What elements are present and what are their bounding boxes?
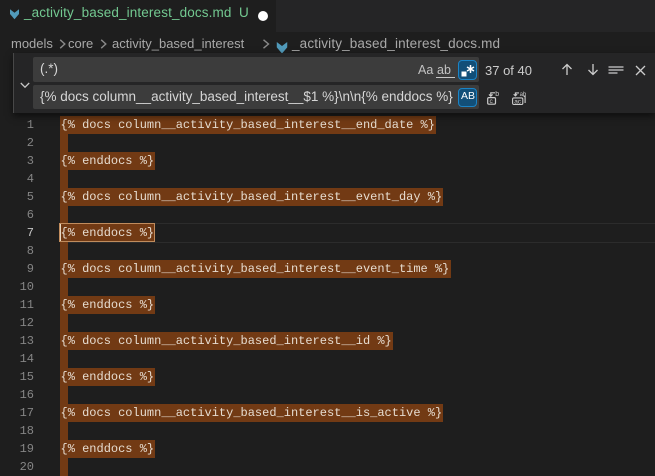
- svg-text:ab: ab: [520, 91, 527, 97]
- svg-text:b: b: [495, 91, 499, 98]
- svg-text:ac: ac: [514, 98, 522, 105]
